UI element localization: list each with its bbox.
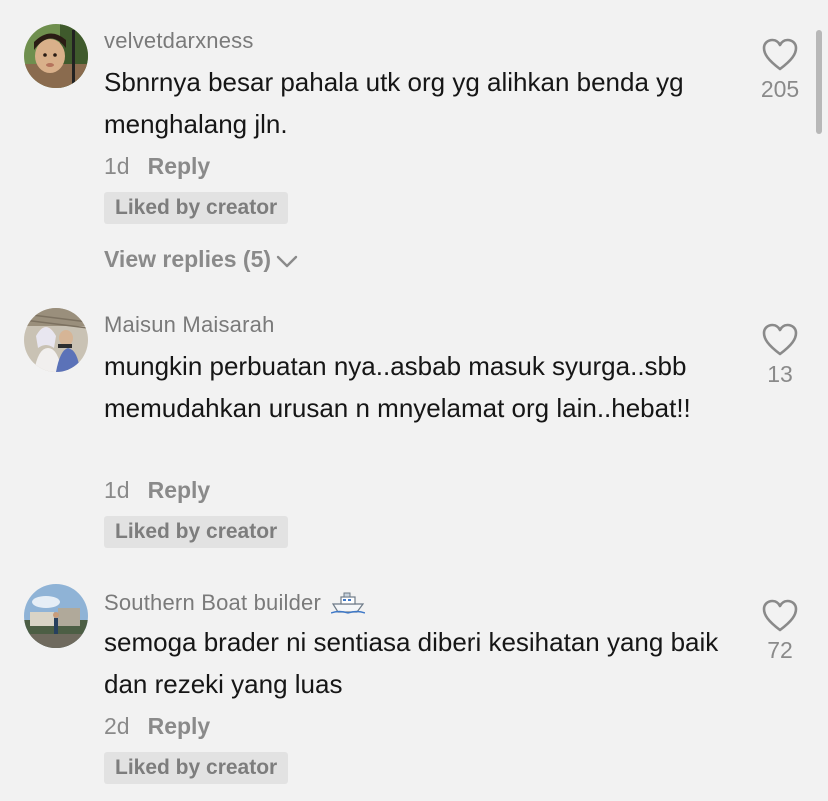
comment-username[interactable]: Southern Boat builder [104,588,366,616]
heart-outline-icon [762,323,798,356]
comment-age: 1d [104,153,130,179]
comments-panel: velvetdarxness Sbnrnya besar pahala utk … [0,0,828,801]
liked-by-creator-badge: Liked by creator [104,516,289,548]
comment-age: 1d [104,477,130,503]
liked-by-creator-badge: Liked by creator [104,752,289,784]
reply-button[interactable]: Reply [148,713,211,739]
comment-age: 2d [104,713,130,739]
comment-text: Sbnrnya besar pahala utk org yg alihkan … [104,67,684,139]
heart-outline-icon [762,38,798,71]
avatar[interactable] [24,24,88,88]
reply-button[interactable]: Reply [148,477,211,503]
reply-button[interactable]: Reply [148,153,211,179]
like-count: 205 [760,76,800,102]
comment-username[interactable]: velvetdarxness [104,28,254,54]
chevron-down-icon [276,255,298,268]
view-replies-button[interactable]: View replies (5) [104,246,299,273]
liked-by-creator-badge: Liked by creator [104,192,289,224]
view-replies-label: View replies (5) [104,246,272,272]
like-count: 72 [767,637,793,663]
heart-outline-icon [762,599,798,632]
like-button[interactable]: 205 [740,38,820,103]
comment-text: mungkin perbuatan nya..asbab masuk syurg… [104,351,691,423]
avatar[interactable] [24,584,88,648]
avatar[interactable] [24,308,88,372]
comment-username[interactable]: Maisun Maisarah [104,312,275,338]
comment-meta: 1d Reply [104,477,210,504]
like-count: 13 [767,361,793,387]
comment-meta: 2d Reply [104,713,210,740]
scrollbar[interactable] [816,30,822,134]
comment-username-text: Southern Boat builder [104,590,322,615]
boat-emoji [331,592,366,614]
comment-meta: 1d Reply [104,153,210,180]
like-button[interactable]: 72 [740,599,820,664]
comment-text: semoga brader ni sentiasa diberi kesihat… [104,627,719,699]
like-button[interactable]: 13 [740,323,820,388]
